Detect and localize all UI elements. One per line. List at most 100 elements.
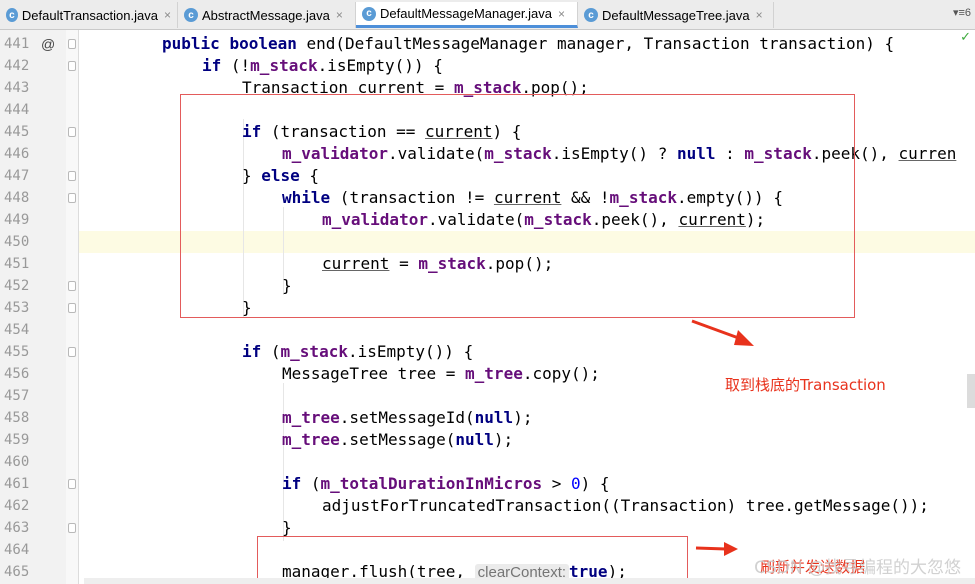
tab-label: DefaultMessageTree.java [602, 7, 750, 23]
code-line-455[interactable]: if (m_stack.isEmpty()) { [242, 341, 473, 363]
code-line-441[interactable]: public boolean end(DefaultMessageManager… [162, 33, 894, 55]
close-icon[interactable]: × [336, 8, 343, 22]
line-number: 445 [4, 124, 30, 140]
line-number: 455 [4, 344, 30, 360]
variable-ref: curren [898, 144, 957, 163]
fold-marker-icon[interactable] [68, 171, 76, 181]
annotation-arrow-icon [691, 319, 754, 346]
line-number: 446 [4, 146, 30, 162]
horizontal-scrollbar[interactable] [84, 578, 975, 584]
keyword: boolean [229, 34, 297, 53]
close-icon[interactable]: × [558, 7, 565, 21]
line-number: 452 [4, 278, 30, 294]
code-text: ( [261, 342, 281, 361]
keyword: if [282, 474, 302, 493]
code-line-456[interactable]: MessageTree tree = m_tree.copy(); [282, 363, 600, 385]
line-number: 461 [4, 476, 30, 492]
line-number: 464 [4, 542, 30, 558]
override-marker-icon[interactable]: @ [41, 33, 55, 55]
annotation-bottom-stack: 取到栈底的Transaction [725, 376, 886, 394]
keyword: public [162, 34, 220, 53]
code-text: ( [301, 474, 321, 493]
tab-label: AbstractMessage.java [202, 7, 330, 23]
vertical-scrollbar-thumb[interactable] [967, 374, 975, 408]
keyword: if [242, 342, 262, 361]
field-ref: m_stack [280, 342, 348, 361]
java-class-icon: c [6, 8, 18, 22]
code-line-461[interactable]: if (m_totalDurationInMicros > 0) { [282, 473, 610, 495]
annotation-box-validation [180, 94, 855, 318]
code-text: .setMessage( [339, 430, 456, 449]
line-number: 457 [4, 388, 30, 404]
field-ref: m_tree [465, 364, 523, 383]
code-line-459[interactable]: m_tree.setMessage(null); [282, 429, 513, 451]
annotation-arrow-icon [695, 542, 738, 556]
field-ref: m_totalDurationInMicros [320, 474, 543, 493]
code-text: adjustForTruncatedTransaction((Transacti… [322, 496, 929, 515]
fold-marker-icon[interactable] [68, 479, 76, 489]
code-text: } [282, 518, 292, 537]
line-number: 443 [4, 80, 30, 96]
fold-marker-icon[interactable] [68, 303, 76, 313]
fold-marker-icon[interactable] [68, 39, 76, 49]
inspection-ok-icon[interactable]: ✓ [960, 30, 971, 45]
tab-label: DefaultTransaction.java [21, 7, 158, 23]
code-text: ) { [580, 474, 610, 493]
code-line-462[interactable]: adjustForTruncatedTransaction((Transacti… [322, 495, 929, 517]
line-number: 449 [4, 212, 30, 228]
tab-list-menu-icon[interactable]: ▾≡6 [953, 6, 971, 19]
line-number: 442 [4, 58, 30, 74]
fold-marker-icon[interactable] [68, 347, 76, 357]
code-text: (! [221, 56, 251, 75]
code-line-442[interactable]: if (!m_stack.isEmpty()) { [202, 55, 443, 77]
line-number: 465 [4, 564, 30, 580]
line-number: 460 [4, 454, 30, 470]
code-text: ); [513, 408, 533, 427]
code-line-458[interactable]: m_tree.setMessageId(null); [282, 407, 532, 429]
code-text: .isEmpty()) { [317, 56, 443, 75]
number-literal: 0 [571, 474, 581, 493]
fold-marker-icon[interactable] [68, 523, 76, 533]
keyword: null [455, 430, 494, 449]
line-number: 462 [4, 498, 30, 514]
line-number: 448 [4, 190, 30, 206]
line-number: 463 [4, 520, 30, 536]
line-number: 458 [4, 410, 30, 426]
watermark: CSDN @找寻编程的大忽悠 [754, 558, 961, 578]
close-icon[interactable]: × [164, 8, 171, 22]
field-ref: m_tree [282, 408, 340, 427]
line-number: 459 [4, 432, 30, 448]
tab-default-message-manager[interactable]: c DefaultMessageManager.java × [356, 2, 578, 28]
code-text: .setMessageId( [339, 408, 475, 427]
tab-default-message-tree[interactable]: c DefaultMessageTree.java × [578, 2, 774, 28]
keyword: if [202, 56, 222, 75]
tab-label: DefaultMessageManager.java [380, 6, 552, 21]
line-number: 444 [4, 102, 30, 118]
line-number: 441 [4, 36, 30, 52]
editor-tab-bar: c DefaultTransaction.java × c AbstractMe… [0, 0, 975, 30]
java-class-icon: c [184, 8, 198, 22]
java-class-icon: c [584, 8, 598, 22]
tab-abstract-message[interactable]: c AbstractMessage.java × [178, 2, 356, 28]
keyword: null [474, 408, 514, 427]
line-number: 447 [4, 168, 30, 184]
fold-marker-icon[interactable] [68, 281, 76, 291]
field-ref: m_stack [250, 56, 318, 75]
line-number: 456 [4, 366, 30, 382]
annotation-box-flush [257, 536, 688, 584]
close-icon[interactable]: × [756, 8, 763, 22]
fold-marker-icon[interactable] [68, 127, 76, 137]
line-number: 451 [4, 256, 30, 272]
java-class-icon: c [362, 6, 376, 21]
fold-marker-icon[interactable] [68, 193, 76, 203]
line-number: 450 [4, 234, 30, 250]
code-text: .copy(); [522, 364, 600, 383]
fold-marker-icon[interactable] [68, 61, 76, 71]
field-ref: m_tree [282, 430, 340, 449]
code-text: MessageTree tree = [282, 364, 466, 383]
code-text: .isEmpty()) { [347, 342, 474, 361]
line-number: 453 [4, 300, 30, 316]
code-text: ); [493, 430, 514, 449]
tab-default-transaction[interactable]: c DefaultTransaction.java × [0, 2, 178, 28]
line-number: 454 [4, 322, 30, 338]
